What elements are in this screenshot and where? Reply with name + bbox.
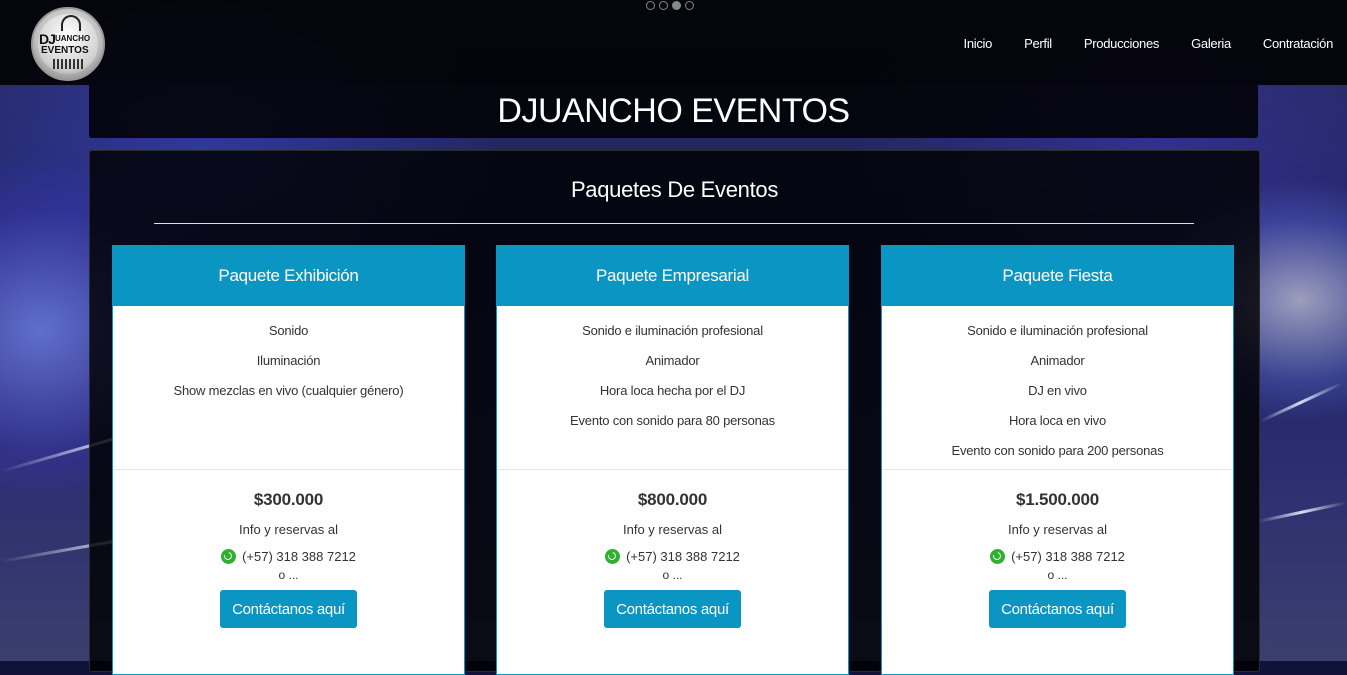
package-card-exhibicion: Paquete Exhibición Sonido Iluminación Sh…	[112, 245, 465, 675]
nav-item-perfil[interactable]: Perfil	[1024, 36, 1052, 51]
package-features: Sonido Iluminación Show mezclas en vivo …	[113, 306, 464, 469]
divider	[497, 469, 848, 470]
feature-item: Animador	[1030, 353, 1085, 368]
contact-button[interactable]: Contáctanos aquí	[989, 590, 1126, 628]
logo-text-uancho: UANCHO	[55, 34, 91, 43]
feature-item: Animador	[645, 353, 700, 368]
site-title: DJUANCHO EVENTOS	[497, 92, 850, 130]
feature-item: Hora loca hecha por el DJ	[599, 383, 746, 398]
package-price: $800.000	[637, 490, 708, 509]
package-features: Sonido e iluminación profesional Animado…	[497, 306, 848, 469]
info-text: Info y reservas al	[623, 522, 722, 537]
divider	[113, 469, 464, 470]
package-title: Paquete Exhibición	[113, 246, 464, 306]
nav-item-inicio[interactable]: Inicio	[964, 36, 993, 51]
package-title: Paquete Empresarial	[497, 246, 848, 306]
section-title: Paquetes De Eventos	[570, 177, 779, 202]
phone-number: (+57) 318 388 7212	[242, 549, 356, 564]
contact-button[interactable]: Contáctanos aquí	[604, 590, 741, 628]
carousel-indicators	[646, 1, 694, 10]
packages-section: Paquetes De Eventos Paquete Exhibición S…	[89, 150, 1260, 675]
carousel-dot-4[interactable]	[685, 1, 694, 10]
light-beam	[1257, 501, 1347, 523]
nav-item-producciones[interactable]: Producciones	[1084, 36, 1159, 51]
top-navbar: DJ UANCHO EVENTOS Inicio Perfil Producci…	[0, 0, 1347, 85]
carousel-dot-2[interactable]	[659, 1, 668, 10]
info-text: Info y reservas al	[1008, 522, 1107, 537]
site-title-banner: DJUANCHO EVENTOS	[89, 85, 1258, 138]
package-title: Paquete Fiesta	[882, 246, 1233, 306]
equalizer-icon	[53, 59, 85, 69]
djuancho-logo[interactable]: DJ UANCHO EVENTOS	[31, 7, 105, 81]
or-text: o ...	[662, 568, 683, 582]
whatsapp-icon	[221, 549, 237, 564]
feature-item: Sonido	[268, 323, 309, 338]
info-text: Info y reservas al	[239, 522, 338, 537]
phone-line: (+57) 318 388 7212	[882, 549, 1233, 564]
phone-line: (+57) 318 388 7212	[497, 549, 848, 564]
feature-item: Sonido e iluminación profesional	[582, 323, 763, 338]
contact-button[interactable]: Contáctanos aquí	[220, 590, 357, 628]
carousel-dot-1[interactable]	[646, 1, 655, 10]
feature-item: Iluminación	[256, 353, 321, 368]
headphones-icon	[61, 15, 81, 31]
or-text: o ...	[278, 568, 299, 582]
divider	[154, 223, 1194, 224]
feature-item: Show mezclas en vivo (cualquier género)	[173, 383, 404, 398]
logo-text-eventos: EVENTOS	[41, 45, 89, 56]
package-price: $300.000	[253, 490, 324, 509]
phone-line: (+57) 318 388 7212	[113, 549, 464, 564]
whatsapp-icon	[605, 549, 621, 564]
feature-item: Evento con sonido para 80 personas	[570, 413, 775, 428]
carousel-dot-3[interactable]	[672, 1, 681, 10]
divider	[882, 469, 1233, 470]
phone-number: (+57) 318 388 7212	[626, 549, 740, 564]
package-card-empresarial: Paquete Empresarial Sonido e iluminación…	[496, 245, 849, 675]
whatsapp-icon	[990, 549, 1006, 564]
feature-item: DJ en vivo	[1028, 383, 1087, 398]
package-card-fiesta: Paquete Fiesta Sonido e iluminación prof…	[881, 245, 1234, 675]
main-menu: Inicio Perfil Producciones Galeria Contr…	[964, 36, 1334, 51]
package-price: $1.500.000	[1015, 490, 1100, 509]
nav-item-galeria[interactable]: Galeria	[1191, 36, 1231, 51]
feature-item: Sonido e iluminación profesional	[967, 323, 1148, 338]
package-features: Sonido e iluminación profesional Animado…	[882, 306, 1233, 469]
nav-item-contratacion[interactable]: Contratación	[1263, 36, 1333, 51]
phone-number: (+57) 318 388 7212	[1011, 549, 1125, 564]
light-beam	[1259, 382, 1343, 423]
feature-item: Hora loca en vivo	[1008, 413, 1107, 428]
or-text: o ...	[1047, 568, 1068, 582]
